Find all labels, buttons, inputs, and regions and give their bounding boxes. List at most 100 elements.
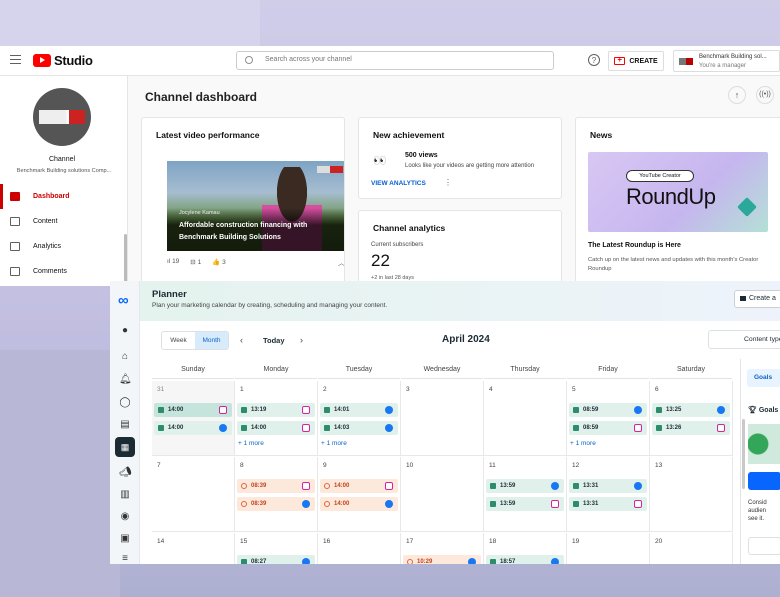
scheduled-post[interactable]: 10:29 [403,555,481,564]
scheduled-post[interactable]: 08:59 [569,421,647,435]
search-input[interactable]: Search across your channel [236,51,554,70]
menu-lines-icon[interactable]: ≡ [119,553,131,564]
chevron-up-icon[interactable]: ︿ [338,258,344,268]
calendar-day[interactable]: 7 [152,457,235,532]
calendar-day[interactable]: 12 13:31 13:31 [567,457,650,532]
achievement-desc: Looks like your videos are getting more … [405,163,535,169]
goals-input[interactable] [748,537,780,555]
account-switcher[interactable]: Benchmark Building sol... You're a manag… [673,50,780,72]
sidebar-item-label: Dashboard [33,193,70,200]
calendar-day[interactable]: 3 [401,381,484,456]
goals-tab[interactable]: Goals [747,369,780,387]
scheduled-post[interactable]: 08:39 [237,479,315,493]
sidebar-scrollbar[interactable] [124,234,127,286]
scheduled-post[interactable]: 14:00 [154,421,232,435]
more-posts-link[interactable]: + 1 more [570,440,596,447]
view-analytics-link[interactable]: VIEW ANALYTICS [371,180,426,187]
calendar-day[interactable]: 1 13:19 14:00 + 1 more [235,381,318,456]
facebook-icon [468,558,476,564]
calendar-add-icon[interactable]: ▣ [119,533,131,545]
upload-icon[interactable]: ↑ [728,86,746,104]
roundup-banner[interactable]: YouTube Creator RoundUp [588,152,768,232]
goals-action-button[interactable] [748,472,780,490]
weekday-header: Friday [567,361,649,379]
content-type-select[interactable]: Content type: All [708,330,780,349]
profile-avatar-icon[interactable]: ● [119,325,131,337]
prev-month-icon[interactable]: ‹ [240,335,243,345]
scheduled-post[interactable]: 13:31 [569,479,647,493]
sidebar-item-comments[interactable]: Comments [0,259,124,284]
scheduled-status-icon [490,483,496,489]
week-view-button[interactable]: Week [162,332,195,349]
calendar-day[interactable]: 8 08:39 08:39 [235,457,318,532]
create-button[interactable]: CREATE [608,51,664,71]
calendar-day[interactable]: 10 [401,457,484,532]
scheduled-post[interactable]: 14:00 [320,479,398,493]
video-thumbnail[interactable]: Jocylene Kamau Affordable construction f… [167,161,344,251]
ads-icon[interactable]: 📣︎ [119,467,132,479]
calendar-day[interactable]: 13 [650,457,733,532]
scheduled-post[interactable]: 13:59 [486,497,564,511]
menu-icon[interactable] [10,55,21,64]
draft-status-icon [324,501,330,507]
calendar-day[interactable]: 11 13:59 13:59 [484,457,567,532]
calendar-day[interactable]: 19 [567,533,650,564]
scheduled-post[interactable]: 08:39 [237,497,315,511]
scheduled-post[interactable]: 13:59 [486,479,564,493]
help-icon[interactable]: ? [588,54,600,66]
calendar-day[interactable]: 2 14:01 14:03 + 1 more [318,381,401,456]
notifications-icon[interactable]: 🔔︎ [119,374,132,386]
sidebar-item-dashboard[interactable]: Dashboard [0,184,124,209]
planner-icon[interactable]: ▦ [115,437,135,457]
calendar-day[interactable]: 9 14:00 14:00 [318,457,401,532]
sidebar-item-analytics[interactable]: Analytics [0,234,124,259]
more-options-icon[interactable]: ⋮ [444,178,452,187]
scheduled-post[interactable]: 13:26 [652,421,730,435]
post-time: 08:27 [251,559,267,564]
calendar-day[interactable]: 15 08:27 [235,533,318,564]
scheduled-post[interactable]: 14:00 [237,421,315,435]
go-live-icon[interactable]: ((•)) [756,86,774,104]
create-post-button[interactable]: Create a [734,290,780,308]
studio-logo[interactable]: Studio [33,53,93,68]
more-posts-link[interactable]: + 1 more [321,440,347,447]
calendar-day[interactable]: 17 10:29 [401,533,484,564]
compass-icon[interactable]: ◉ [119,511,131,523]
scheduled-post[interactable]: 13:19 [237,403,315,417]
scheduled-post[interactable]: 13:25 [652,403,730,417]
next-month-icon[interactable]: › [300,335,303,345]
scheduled-post[interactable]: 14:00 [154,403,232,417]
scheduled-post[interactable]: 18:57 [486,555,564,564]
post-time: 08:39 [251,501,267,507]
calendar-day[interactable]: 6 13:25 13:26 [650,381,733,456]
day-number: 17 [406,538,414,545]
calendar-day[interactable]: 31 14:00 14:00 [152,381,235,456]
month-view-button[interactable]: Month [195,332,228,349]
scheduled-status-icon [656,425,662,431]
insights-icon[interactable]: ▥ [119,489,131,501]
meta-logo-icon[interactable]: ∞ [118,292,129,309]
home-icon[interactable]: ⌂ [119,351,131,363]
calendar-day[interactable]: 4 [484,381,567,456]
calendar-day[interactable]: 5 08:59 08:59 + 1 more [567,381,650,456]
more-posts-link[interactable]: + 1 more [238,440,264,447]
calendar-day[interactable]: 20 [650,533,733,564]
instagram-icon [634,424,642,432]
scheduled-post[interactable]: 08:27 [237,555,315,564]
create-video-icon [614,55,626,65]
scheduled-post[interactable]: 13:31 [569,497,647,511]
scheduled-post[interactable]: 14:01 [320,403,398,417]
calendar-day[interactable]: 16 [318,533,401,564]
scheduled-post[interactable]: 08:59 [569,403,647,417]
today-button[interactable]: Today [263,336,285,345]
calendar-day[interactable]: 14 [152,533,235,564]
scheduled-post[interactable]: 14:00 [320,497,398,511]
channel-avatar[interactable] [33,88,91,146]
scheduled-post[interactable]: 14:03 [320,421,398,435]
goals-scrollbar[interactable] [742,419,745,489]
calendar-day[interactable]: 18 18:57 [484,533,567,564]
sidebar-item-subtitles[interactable]: Subtitles [0,284,124,286]
content-icon[interactable]: ▤ [119,419,131,431]
sidebar-item-content[interactable]: Content [0,209,124,234]
inbox-icon[interactable]: ◯ [119,397,131,409]
